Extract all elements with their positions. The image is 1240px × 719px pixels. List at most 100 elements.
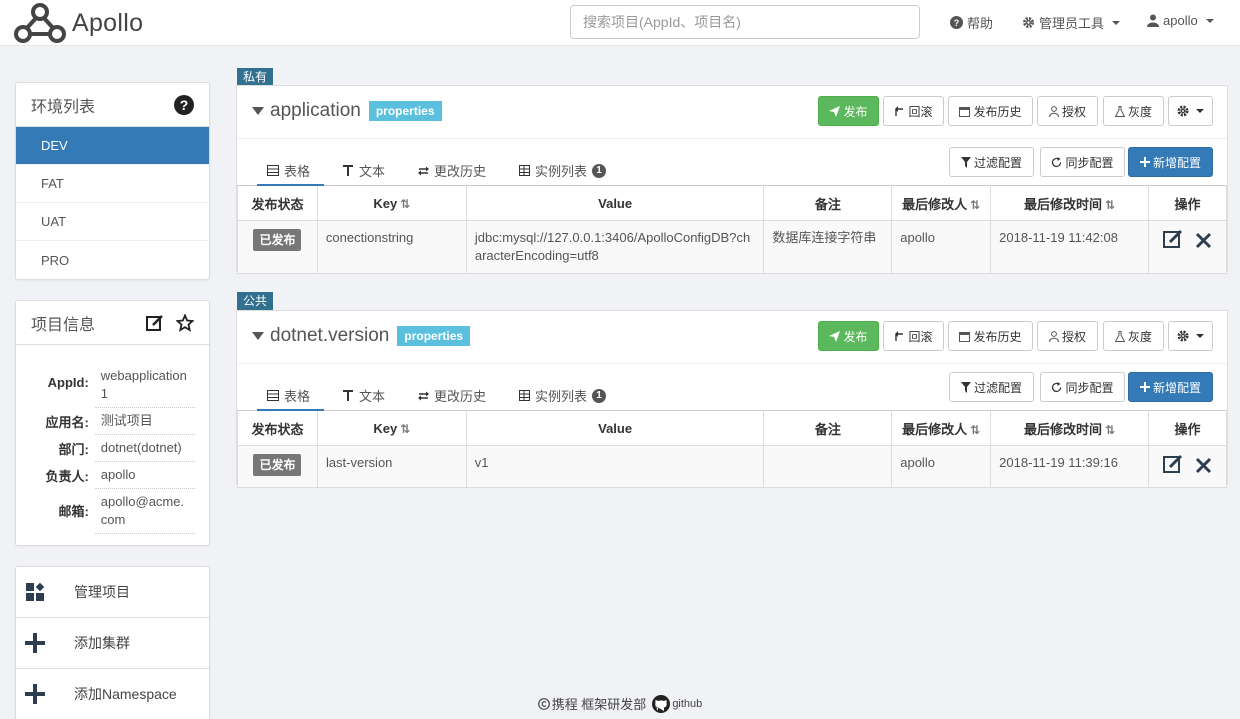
col-modified-time-label: 最后修改时间 <box>1024 421 1103 437</box>
col-comment: 备注 <box>763 410 893 446</box>
app-name-value: 测试项目 <box>94 408 195 435</box>
flask-icon <box>1114 105 1125 117</box>
grant-button[interactable]: 授权 <box>1037 321 1098 351</box>
table-header-row: 发布状态 Key ⇅ Value 备注 最后修改人 ⇅ 最后修改时间 ⇅ 操作 <box>237 410 1227 446</box>
send-icon <box>829 105 841 117</box>
add-cluster-item[interactable]: 添加集群 <box>16 618 209 669</box>
star-icon[interactable] <box>176 313 194 332</box>
dept-value: dotnet(dotnet) <box>94 435 195 462</box>
env-item-pro[interactable]: PRO <box>16 241 209 279</box>
tab-text[interactable]: 文本 <box>342 386 385 409</box>
col-operations: 操作 <box>1148 185 1227 221</box>
delete-icon[interactable] <box>1195 457 1212 474</box>
question-circle-icon[interactable]: ? <box>174 94 194 115</box>
env-item-uat[interactable]: UAT <box>16 203 209 241</box>
status-badge: 已发布 <box>253 229 302 251</box>
publish-button[interactable]: 发布 <box>818 321 879 351</box>
col-operations: 操作 <box>1148 410 1227 446</box>
rollback-button[interactable]: 回滚 <box>883 96 944 126</box>
project-search-input[interactable] <box>570 5 920 39</box>
github-icon[interactable] <box>652 694 671 713</box>
filter-config-button[interactable]: 过滤配置 <box>949 372 1034 402</box>
gray-release-button[interactable]: 灰度 <box>1103 321 1164 351</box>
tab-table[interactable]: 表格 <box>257 161 325 186</box>
namespace-title[interactable]: application properties <box>252 100 442 122</box>
col-modifier-label: 最后修改人 <box>902 421 968 437</box>
format-badge: properties <box>368 101 442 121</box>
env-item-dev[interactable]: DEV <box>16 127 209 165</box>
publish-history-button[interactable]: 发布历史 <box>948 321 1033 351</box>
edit-icon[interactable] <box>1163 229 1183 249</box>
col-modifier[interactable]: 最后修改人 ⇅ <box>891 410 992 446</box>
manage-project-item[interactable]: 管理项目 <box>16 567 209 618</box>
server-icon <box>519 165 530 176</box>
tab-change-history[interactable]: 更改历史 <box>418 386 486 409</box>
admin-tools-dropdown[interactable]: 管理员工具 <box>1022 13 1121 32</box>
delete-icon[interactable] <box>1195 232 1212 249</box>
tab-change-history-label: 更改历史 <box>434 389 487 404</box>
value-cell: v1 <box>465 445 765 488</box>
env-list-panel: 环境列表 ? DEV FAT UAT PRO <box>15 82 210 280</box>
edit-icon[interactable] <box>1163 454 1183 474</box>
col-modified-time[interactable]: 最后修改时间 ⇅ <box>990 410 1150 446</box>
tab-text[interactable]: 文本 <box>342 161 385 184</box>
sort-icon: ⇅ <box>970 197 981 212</box>
status-cell: 已发布 <box>237 220 318 274</box>
apollo-logo[interactable]: Apollo <box>14 0 143 46</box>
namespace-title[interactable]: dotnet.version properties <box>252 325 471 347</box>
help-link[interactable]: ? 帮助 <box>950 13 993 32</box>
col-modified-time[interactable]: 最后修改时间 ⇅ <box>990 185 1149 221</box>
table-header-row: 发布状态 Key ⇅ Value 备注 最后修改人 ⇅ 最后修改时间 ⇅ 操作 <box>237 185 1227 221</box>
modified-time-cell: 2018-11-19 11:42:08 <box>990 220 1149 274</box>
page-footer: 携程 框架研发部 github <box>0 694 1240 713</box>
tab-instances[interactable]: 实例列表 1 <box>519 386 607 409</box>
filter-config-button[interactable]: 过滤配置 <box>949 147 1034 177</box>
text-icon <box>342 164 354 177</box>
publish-label: 发布 <box>843 104 868 119</box>
sync-config-button[interactable]: 同步配置 <box>1040 372 1125 402</box>
add-config-button[interactable]: 新增配置 <box>1128 372 1213 402</box>
sync-config-button[interactable]: 同步配置 <box>1040 147 1125 177</box>
gear-icon <box>1177 330 1189 342</box>
col-key[interactable]: Key ⇅ <box>316 410 467 446</box>
publish-history-button[interactable]: 发布历史 <box>948 96 1033 126</box>
namespace-tabs: 表格 文本 更改历史 实例列表 1 过滤配置 同步配置 新增配置 <box>237 139 1227 186</box>
rollback-label: 回滚 <box>908 329 933 344</box>
comment-cell <box>763 445 893 488</box>
owner-value: apollo <box>94 462 195 489</box>
chevron-down-icon <box>1205 18 1214 23</box>
format-badge: properties <box>397 326 471 346</box>
settings-dropdown-button[interactable] <box>1168 321 1213 351</box>
col-status: 发布状态 <box>237 410 318 446</box>
tab-table[interactable]: 表格 <box>257 386 325 411</box>
rollback-button[interactable]: 回滚 <box>883 321 944 351</box>
col-modifier[interactable]: 最后修改人 ⇅ <box>891 185 992 221</box>
chevron-down-icon <box>1196 109 1204 113</box>
edit-icon[interactable] <box>146 314 164 332</box>
modified-time-cell: 2018-11-19 11:39:16 <box>990 445 1150 488</box>
tab-change-history[interactable]: 更改历史 <box>418 161 486 184</box>
user-dropdown[interactable]: apollo <box>1147 13 1214 28</box>
env-list-title: 环境列表 <box>31 98 96 116</box>
sort-icon: ⇅ <box>970 422 981 437</box>
publish-button[interactable]: 发布 <box>818 96 879 126</box>
rollback-label: 回滚 <box>908 104 933 119</box>
tab-instances[interactable]: 实例列表 1 <box>519 161 607 184</box>
comment-cell: 数据库连接字符串 <box>763 220 893 274</box>
env-item-fat[interactable]: FAT <box>16 165 209 203</box>
caret-down-icon <box>252 332 264 340</box>
manage-project-label: 管理项目 <box>74 584 130 600</box>
github-link[interactable]: github <box>672 698 702 710</box>
settings-dropdown-button[interactable] <box>1168 96 1213 126</box>
gray-release-button[interactable]: 灰度 <box>1103 96 1164 126</box>
add-config-button[interactable]: 新增配置 <box>1128 147 1213 177</box>
grant-button[interactable]: 授权 <box>1037 96 1098 126</box>
undo-icon <box>894 105 905 117</box>
table-icon <box>267 165 279 176</box>
gear-icon <box>1177 105 1189 117</box>
status-badge: 已发布 <box>253 454 302 476</box>
caret-down-icon <box>252 107 264 115</box>
col-key[interactable]: Key ⇅ <box>316 185 467 221</box>
tab-table-label: 表格 <box>284 389 311 404</box>
project-info-header: 项目信息 <box>16 301 209 345</box>
